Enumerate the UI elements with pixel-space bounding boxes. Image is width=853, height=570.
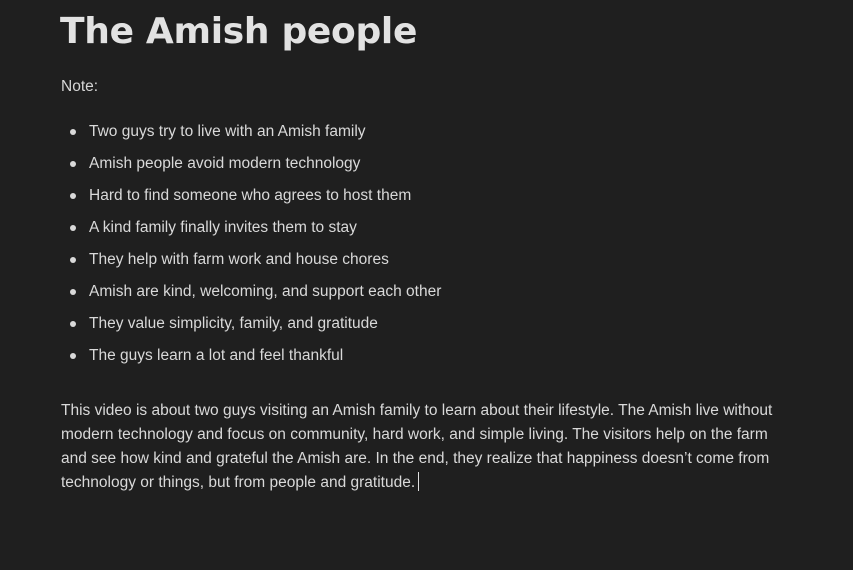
list-item-text: Amish are kind, welcoming, and support e… [89,283,442,300]
bullet-dot-icon [70,161,76,167]
text-cursor [418,472,420,491]
list-item[interactable]: A kind family finally invites them to st… [61,218,801,250]
list-item-text: They value simplicity, family, and grati… [89,315,378,332]
bullet-dot-icon [70,321,76,327]
list-item[interactable]: Two guys try to live with an Amish famil… [61,122,801,154]
list-item-text: The guys learn a lot and feel thankful [89,347,344,364]
list-item[interactable]: Hard to find someone who agrees to host … [61,186,801,218]
list-item[interactable]: They help with farm work and house chore… [61,250,801,282]
list-item-text: They help with farm work and house chore… [89,251,389,268]
bullet-dot-icon [70,129,76,135]
bullet-dot-icon [70,289,76,295]
page-title[interactable]: The Amish people [60,10,801,54]
summary-paragraph[interactable]: This video is about two guys visiting an… [61,399,791,495]
list-item-text: A kind family finally invites them to st… [89,219,357,236]
list-item-text: Two guys try to live with an Amish famil… [89,123,366,140]
note-editor[interactable]: The Amish people Note: Two guys try to l… [60,0,801,511]
summary-text: This video is about two guys visiting an… [61,402,773,491]
note-label[interactable]: Note: [61,77,801,97]
list-item[interactable]: They value simplicity, family, and grati… [61,314,801,346]
bullet-list: Two guys try to live with an Amish famil… [61,122,801,378]
list-item[interactable]: Amish are kind, welcoming, and support e… [61,282,801,314]
bullet-dot-icon [70,353,76,359]
bullet-dot-icon [70,193,76,199]
list-item[interactable]: Amish people avoid modern technology [61,154,801,186]
list-item-text: Hard to find someone who agrees to host … [89,187,412,204]
bullet-dot-icon [70,225,76,231]
bullet-dot-icon [70,257,76,263]
list-item[interactable]: The guys learn a lot and feel thankful [61,346,801,378]
list-item-text: Amish people avoid modern technology [89,155,361,172]
